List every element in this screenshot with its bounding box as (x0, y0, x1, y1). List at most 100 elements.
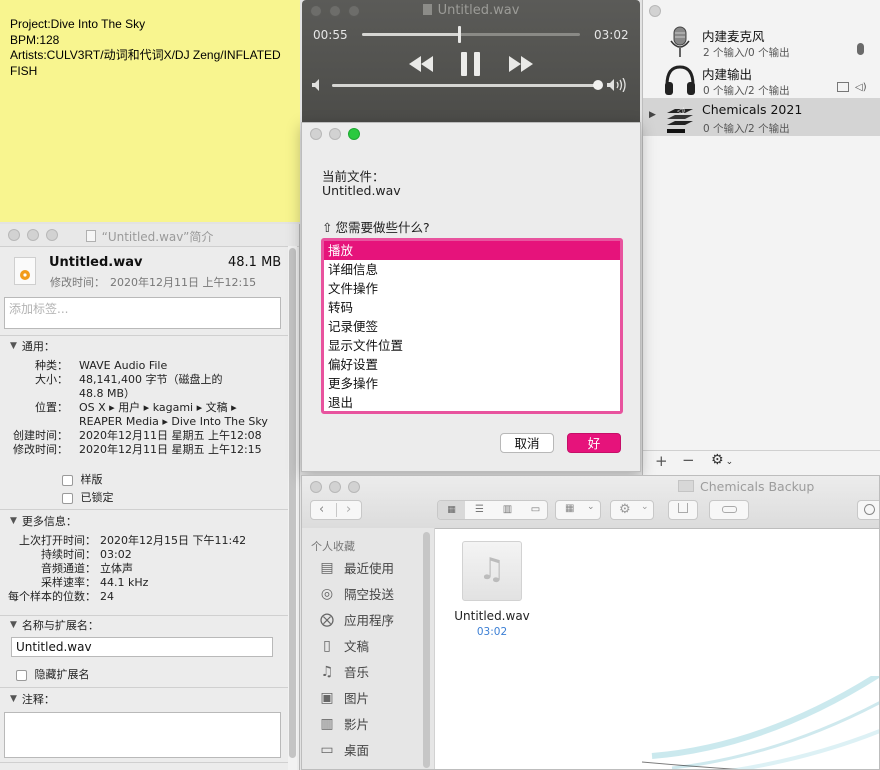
minimize-button[interactable] (329, 128, 341, 140)
sample-rate-value: 44.1 kHz (100, 576, 149, 589)
list-item[interactable]: 显示文件位置 (324, 336, 620, 355)
sidebar-item-applications[interactable]: ⨂ 应用程序 (318, 610, 394, 629)
list-item[interactable]: 文件操作 (324, 279, 620, 298)
svg-text:◁): ◁) (677, 107, 685, 115)
progress-playhead[interactable] (458, 26, 461, 43)
disclosure-triangle-icon: ▼ (10, 516, 17, 526)
volume-knob[interactable] (593, 80, 603, 90)
sticky-line: FISH (10, 63, 38, 78)
section-general-toggle[interactable]: ▼ 通用： (10, 338, 55, 354)
file-name: Untitled.wav (454, 609, 530, 623)
sidebar-item-pictures[interactable]: ▣ 图片 (318, 688, 369, 707)
locked-checkbox[interactable]: 已锁定 (62, 489, 114, 505)
add-device-button[interactable]: + (655, 452, 668, 470)
sidebar-scrollbar[interactable] (422, 530, 431, 769)
total-time: 03:02 (594, 28, 629, 42)
device-item-builtin-mic[interactable]: 内建麦克风 2 个输入/0 个输出 (643, 22, 880, 60)
hide-extension-checkbox[interactable]: 隐藏扩展名 (16, 666, 90, 682)
airdrop-icon: ◎ (320, 585, 334, 602)
stationery-checkbox[interactable]: 样版 (62, 471, 103, 487)
list-item[interactable]: 退出 (324, 393, 620, 412)
speaker-indicator-icon (837, 82, 849, 92)
tag-button[interactable] (709, 500, 749, 520)
gallery-view-icon[interactable]: ▭ (522, 501, 549, 519)
info-titlebar: “Untitled.wav”简介 (0, 224, 299, 247)
close-button[interactable] (649, 5, 661, 17)
section-comments-toggle[interactable]: ▼ 注释： (10, 691, 55, 707)
list-item[interactable]: 详细信息 (324, 260, 620, 279)
finder-window: Chemicals Backup ‹ › ▦ ☰ ▥ ▭ ▦ ⌄ ⚙ ⌄ 个人收藏 … (301, 475, 880, 770)
volume-slider[interactable] (332, 80, 603, 90)
section-name-ext-toggle[interactable]: ▼ 名称与扩展名： (10, 617, 99, 633)
action-menu-button[interactable]: ⚙ ⌄ (610, 500, 654, 520)
action-list[interactable]: 播放 详细信息 文件操作 转码 记录便签 显示文件位置 偏好设置 更多操作 退出 (321, 238, 623, 414)
audio-devices-window: 内建麦克风 2 个输入/0 个输出 内建输出 0 个输入/2 个输出 ◁) ▶ … (642, 0, 880, 475)
sidebar-item-airdrop[interactable]: ◎ 隔空投送 (318, 584, 394, 603)
share-icon (678, 503, 688, 513)
close-button[interactable] (310, 128, 322, 140)
comments-field[interactable] (4, 712, 281, 758)
list-item[interactable]: 记录便签 (324, 317, 620, 336)
view-mode-buttons[interactable]: ▦ ☰ ▥ ▭ (437, 500, 548, 520)
size-label: 大小： (35, 373, 68, 386)
cancel-button[interactable]: 取消 (500, 433, 554, 453)
sidebar-section-header: 个人收藏 (311, 540, 355, 553)
forward-arrow-icon[interactable]: › (346, 502, 351, 517)
list-item[interactable]: 偏好设置 (324, 355, 620, 374)
sidebar-item-documents[interactable]: ▯ 文稿 (318, 636, 369, 655)
recents-icon: ▤ (320, 559, 334, 576)
list-item[interactable]: 播放 (324, 241, 620, 260)
column-view-icon[interactable]: ▥ (494, 501, 521, 519)
finder-toolbar: Chemicals Backup ‹ › ▦ ☰ ▥ ▭ ▦ ⌄ ⚙ ⌄ (302, 476, 879, 529)
document-icon (85, 230, 96, 242)
search-button[interactable] (857, 500, 879, 520)
progress-slider[interactable] (362, 26, 580, 43)
channels-value: 立体声 (100, 562, 133, 575)
group-icon: ▦ (565, 503, 575, 514)
device-name: Chemicals 2021 (702, 102, 803, 117)
list-view-icon[interactable]: ☰ (466, 501, 493, 519)
close-button[interactable] (310, 481, 322, 493)
pause-button[interactable] (461, 52, 481, 79)
zoom-button[interactable] (348, 128, 360, 140)
section-more-info-toggle[interactable]: ▼ 更多信息： (10, 513, 77, 529)
sidebar-item-recents[interactable]: ▤ 最近使用 (318, 558, 394, 577)
back-forward-buttons[interactable]: ‹ › (310, 500, 362, 520)
tags-field[interactable]: 添加标签... (4, 297, 281, 329)
file-item-untitled-wav[interactable]: ♫ Untitled.wav 03:02 (450, 539, 534, 639)
fast-forward-button[interactable] (508, 56, 534, 75)
rewind-button[interactable] (408, 56, 434, 75)
folder-icon (678, 480, 694, 492)
sticky-note[interactable]: Project:Dive Into The Sky BPM:128 Artist… (0, 0, 300, 222)
icon-view-icon[interactable]: ▦ (438, 501, 465, 519)
gear-menu-button[interactable]: ⚙ ⌄ (711, 452, 733, 468)
share-button[interactable] (668, 500, 698, 520)
sidebar-item-movies[interactable]: ▥ 影片 (318, 714, 369, 733)
chevron-down-icon: ⌄ (725, 457, 734, 467)
tag-icon (722, 506, 737, 513)
list-item[interactable]: 更多操作 (324, 374, 620, 393)
sidebar-item-music[interactable]: ♫ 音乐 (318, 662, 369, 681)
device-io: 2 个输入/0 个输出 (703, 47, 790, 59)
filename-field[interactable]: Untitled.wav (11, 637, 273, 657)
group-menu-button[interactable]: ▦ ⌄ (555, 500, 601, 520)
device-name: 内建麦克风 (702, 29, 765, 44)
device-item-builtin-output[interactable]: 内建输出 0 个输入/2 个输出 ◁) (643, 60, 880, 98)
info-scrollbar[interactable] (288, 246, 297, 770)
documents-icon: ▯ (323, 637, 331, 654)
window-title: “Untitled.wav”简介 (101, 230, 214, 244)
headphones-icon (663, 63, 697, 97)
remove-device-button[interactable]: − (682, 451, 695, 469)
finder-sidebar: 个人收藏 ▤ 最近使用 ◎ 隔空投送 ⨂ 应用程序 ▯ 文稿 ♫ 音乐 ▣ 图片 ▥ 影片 ▭… (302, 528, 435, 769)
disclosure-triangle-icon: ▼ (10, 620, 17, 630)
sidebar-item-desktop[interactable]: ▭ 桌面 (318, 740, 369, 759)
minimize-button[interactable] (329, 481, 341, 493)
zoom-button[interactable] (348, 481, 360, 493)
ok-button[interactable]: 好 (567, 433, 621, 453)
disclosure-triangle-icon: ▼ (10, 694, 17, 704)
device-item-chemicals-2021[interactable]: ▶ ◁) Chemicals 2021 0 个输入/2 个输出 (643, 98, 880, 136)
list-item[interactable]: 转码 (324, 298, 620, 317)
back-arrow-icon[interactable]: ‹ (319, 502, 324, 517)
expand-triangle-icon[interactable]: ▶ (649, 110, 656, 120)
applications-icon: ⨂ (320, 611, 334, 628)
